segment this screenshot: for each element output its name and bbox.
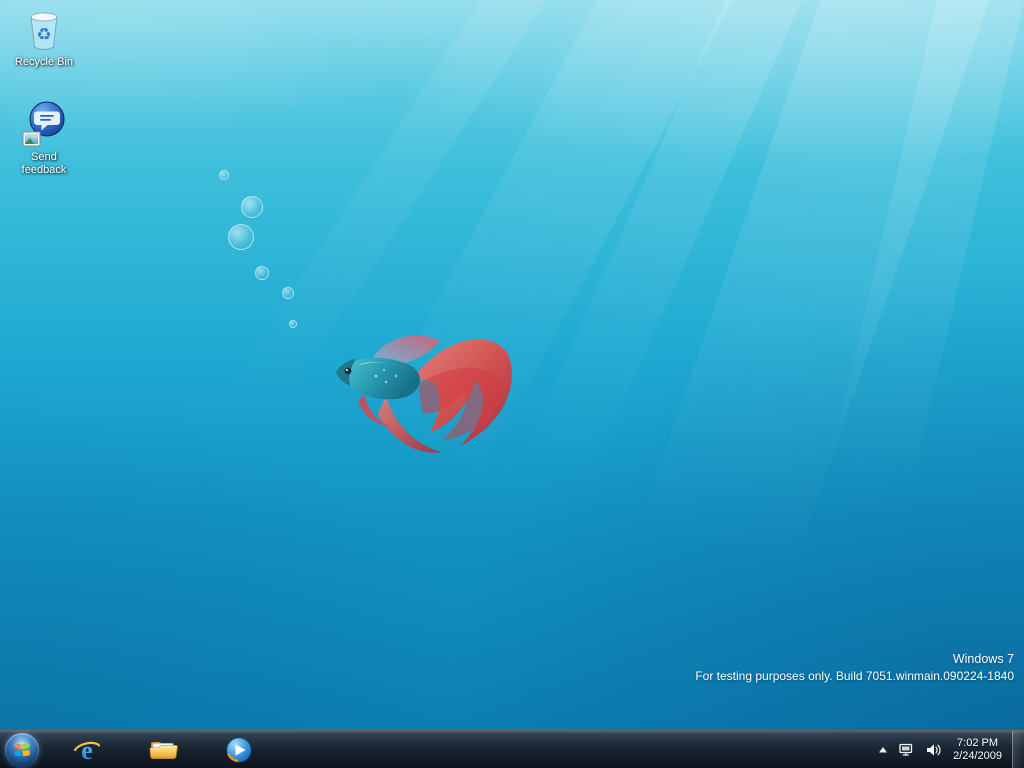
start-button[interactable] <box>5 733 39 767</box>
recycle-bin-icon: ♻ <box>21 6 67 54</box>
windows-flag-icon <box>12 740 32 760</box>
light-ray <box>543 0 1024 730</box>
pinned-taskbar-icons: e <box>67 732 259 768</box>
bubble <box>255 266 269 280</box>
bubble <box>228 224 254 250</box>
clock-date: 2/24/2009 <box>953 750 1002 763</box>
bubble <box>219 170 229 180</box>
desktop-background[interactable]: ♻ Recycle Bin <box>0 0 1024 730</box>
windows-explorer-icon[interactable] <box>143 732 183 768</box>
taskbar: e <box>0 730 1024 768</box>
screen: ♻ Recycle Bin <box>0 0 1024 768</box>
light-ray <box>762 0 1024 730</box>
svg-text:e: e <box>81 736 93 764</box>
show-desktop-button[interactable] <box>1012 731 1024 768</box>
send-feedback-icon <box>21 101 67 149</box>
windows-media-player-icon[interactable] <box>219 732 259 768</box>
bubble <box>282 287 294 299</box>
bubble <box>289 320 297 328</box>
desktop-icon-send-feedback[interactable]: Send feedback <box>6 101 82 177</box>
clock-time: 7:02 PM <box>953 737 1002 750</box>
clock[interactable]: 7:02 PM 2/24/2009 <box>947 737 1010 763</box>
internet-explorer-icon[interactable]: e <box>67 732 107 768</box>
network-icon[interactable] <box>893 731 920 768</box>
watermark-build-string: For testing purposes only. Build 7051.wi… <box>695 668 1014 684</box>
desktop-icon-label: Send feedback <box>12 151 76 177</box>
desktop-icon-label: Recycle Bin <box>15 56 73 69</box>
watermark-product-name: Windows 7 <box>695 651 1014 668</box>
bubble <box>241 196 263 218</box>
desktop-icon-recycle-bin[interactable]: ♻ Recycle Bin <box>6 6 82 69</box>
tray-expand-icon[interactable] <box>873 731 893 768</box>
svg-text:♻: ♻ <box>36 25 51 45</box>
system-tray: 7:02 PM 2/24/2009 <box>873 731 1024 768</box>
betta-fish-image <box>318 310 523 465</box>
volume-icon[interactable] <box>920 731 947 768</box>
build-watermark: Windows 7 For testing purposes only. Bui… <box>695 651 1014 684</box>
desktop-icon-column: ♻ Recycle Bin <box>6 6 82 195</box>
